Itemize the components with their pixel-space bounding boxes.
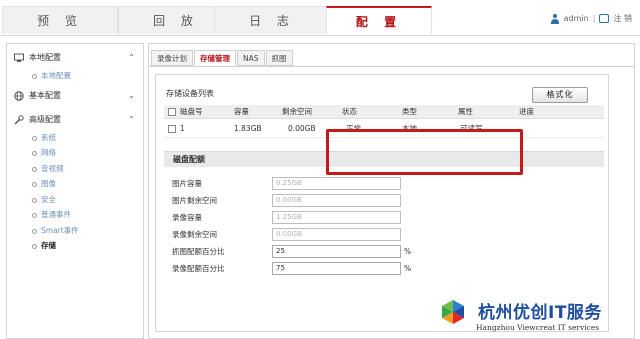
disk-capacity: 1.83GB	[234, 124, 262, 133]
chevron-up-icon[interactable]: ⌃	[128, 48, 135, 68]
record-capacity-input: 1.25GB	[272, 211, 401, 224]
user-area: admin | 注 销	[550, 13, 632, 24]
field-label: 图片剩余空间	[172, 196, 217, 205]
field-label: 录像容量	[172, 213, 202, 222]
field-record-free-space: 录像剩余空间 0.00GB	[164, 226, 604, 243]
field-record-quota: 录像配额百分比 75 %	[164, 260, 604, 277]
disk-free-space: 0.00GB	[288, 124, 316, 133]
field-label: 图片容量	[172, 179, 202, 188]
field-picture-capacity: 图片容量 0.25GB	[164, 175, 604, 192]
tab-storage-management[interactable]: 存储管理	[194, 50, 236, 66]
field-snapshot-quota: 抓图配额百分比 25 %	[164, 243, 604, 260]
field-label: 抓图配额百分比	[172, 247, 225, 256]
logout-icon[interactable]	[599, 14, 610, 23]
quota-section-title: 磁盘配额	[173, 155, 205, 164]
globe-icon	[14, 90, 24, 101]
percent-unit: %	[404, 264, 412, 273]
sidebar-item-audio-video[interactable]: 音视频	[7, 161, 143, 177]
storage-list-title: 存储设备列表	[166, 89, 214, 98]
column-header: 磁盘号	[180, 107, 203, 116]
field-record-capacity: 录像容量 1.25GB	[164, 209, 604, 226]
sidebar-item-image[interactable]: 图像	[7, 176, 143, 192]
picture-free-space-input: 0.00GB	[272, 194, 401, 207]
sidebar-group-local-config[interactable]: 本地配置 ⌃	[7, 48, 143, 68]
field-label: 录像剩余空间	[172, 230, 217, 239]
snapshot-quota-input[interactable]: 25	[272, 245, 401, 258]
sidebar-item-normal-event[interactable]: 普通事件	[7, 207, 143, 223]
column-header: 属性	[458, 107, 473, 116]
tab-preview[interactable]: 预 览	[2, 6, 118, 34]
field-picture-free-space: 图片剩余空间 0.00GB	[164, 192, 604, 209]
company-logo-icon	[442, 300, 464, 324]
watermark-subtitle: Hangzhou Viewcreat IT services	[476, 323, 600, 332]
storage-panel: 存储设备列表 格式化 磁盘号 容量 剩余空间 状态 类型 属性 进度 1 1.8…	[155, 74, 609, 332]
column-header: 进度	[519, 107, 534, 116]
disk-number: 1	[180, 124, 185, 133]
chevron-up-icon[interactable]: ⌃	[128, 110, 135, 130]
sidebar-item-storage[interactable]: 存储	[7, 238, 143, 254]
sidebar-item-security[interactable]: 安全	[7, 192, 143, 208]
watermark-title: 杭州优创IT服务	[478, 303, 602, 323]
highlight-box	[326, 129, 523, 175]
record-free-space-input: 0.00GB	[272, 228, 401, 241]
sidebar-group-label: 基本配置	[29, 90, 61, 100]
select-all-checkbox[interactable]	[168, 108, 176, 116]
sidebar-item-system[interactable]: 系统	[7, 130, 143, 146]
field-label: 录像配额百分比	[172, 264, 225, 273]
percent-unit: %	[404, 247, 412, 256]
column-header: 状态	[342, 107, 357, 116]
logout-link[interactable]: 注 销	[613, 13, 632, 24]
picture-capacity-input: 0.25GB	[272, 177, 401, 190]
tab-log[interactable]: 日 志	[214, 6, 330, 34]
divider	[149, 66, 634, 67]
sidebar-group-basic-config[interactable]: 基本配置 ⌄	[7, 86, 143, 106]
sidebar-item-smart-event[interactable]: Smart事件	[7, 223, 143, 239]
sidebar-group-advanced-config[interactable]: 高级配置 ⌃	[7, 110, 143, 130]
sidebar-group-label: 高级配置	[29, 114, 61, 124]
username: admin	[563, 14, 589, 23]
column-header: 容量	[234, 107, 249, 116]
format-button[interactable]: 格式化	[532, 87, 588, 103]
table-header: 磁盘号 容量 剩余空间 状态 类型 属性 进度	[164, 105, 604, 119]
tab-snapshot[interactable]: 抓图	[265, 50, 293, 66]
sidebar-item-network[interactable]: 网络	[7, 145, 143, 161]
sidebar: 本地配置 ⌃ 本地配置 基本配置 ⌄ 高级配置 ⌃ 系统 网络 音视频 图像 安…	[6, 43, 144, 339]
sub-tabs: 录像计划 存储管理 NAS 抓图	[151, 50, 294, 66]
sidebar-group-label: 本地配置	[29, 53, 61, 62]
separator: |	[592, 14, 596, 23]
main-panel: 录像计划 存储管理 NAS 抓图 存储设备列表 格式化 磁盘号 容量 剩余空间 …	[148, 43, 635, 339]
record-quota-input[interactable]: 75	[272, 262, 401, 275]
column-header: 剩余空间	[282, 107, 312, 116]
row-checkbox[interactable]	[168, 125, 176, 133]
wrench-icon	[14, 114, 24, 124]
sidebar-item-local-config[interactable]: 本地配置	[7, 68, 143, 84]
watermark: 杭州优创IT服务 Hangzhou Viewcreat IT services	[440, 296, 636, 336]
tab-record-schedule[interactable]: 录像计划	[151, 50, 193, 66]
chevron-down-icon[interactable]: ⌄	[128, 86, 135, 106]
column-header: 类型	[402, 107, 417, 116]
user-icon	[550, 13, 560, 24]
tab-nas[interactable]: NAS	[237, 50, 265, 66]
monitor-icon	[14, 53, 24, 62]
tab-config[interactable]: 配 置	[326, 6, 432, 34]
top-nav: 预 览 回 放 日 志 配 置 admin | 注 销	[0, 0, 640, 36]
